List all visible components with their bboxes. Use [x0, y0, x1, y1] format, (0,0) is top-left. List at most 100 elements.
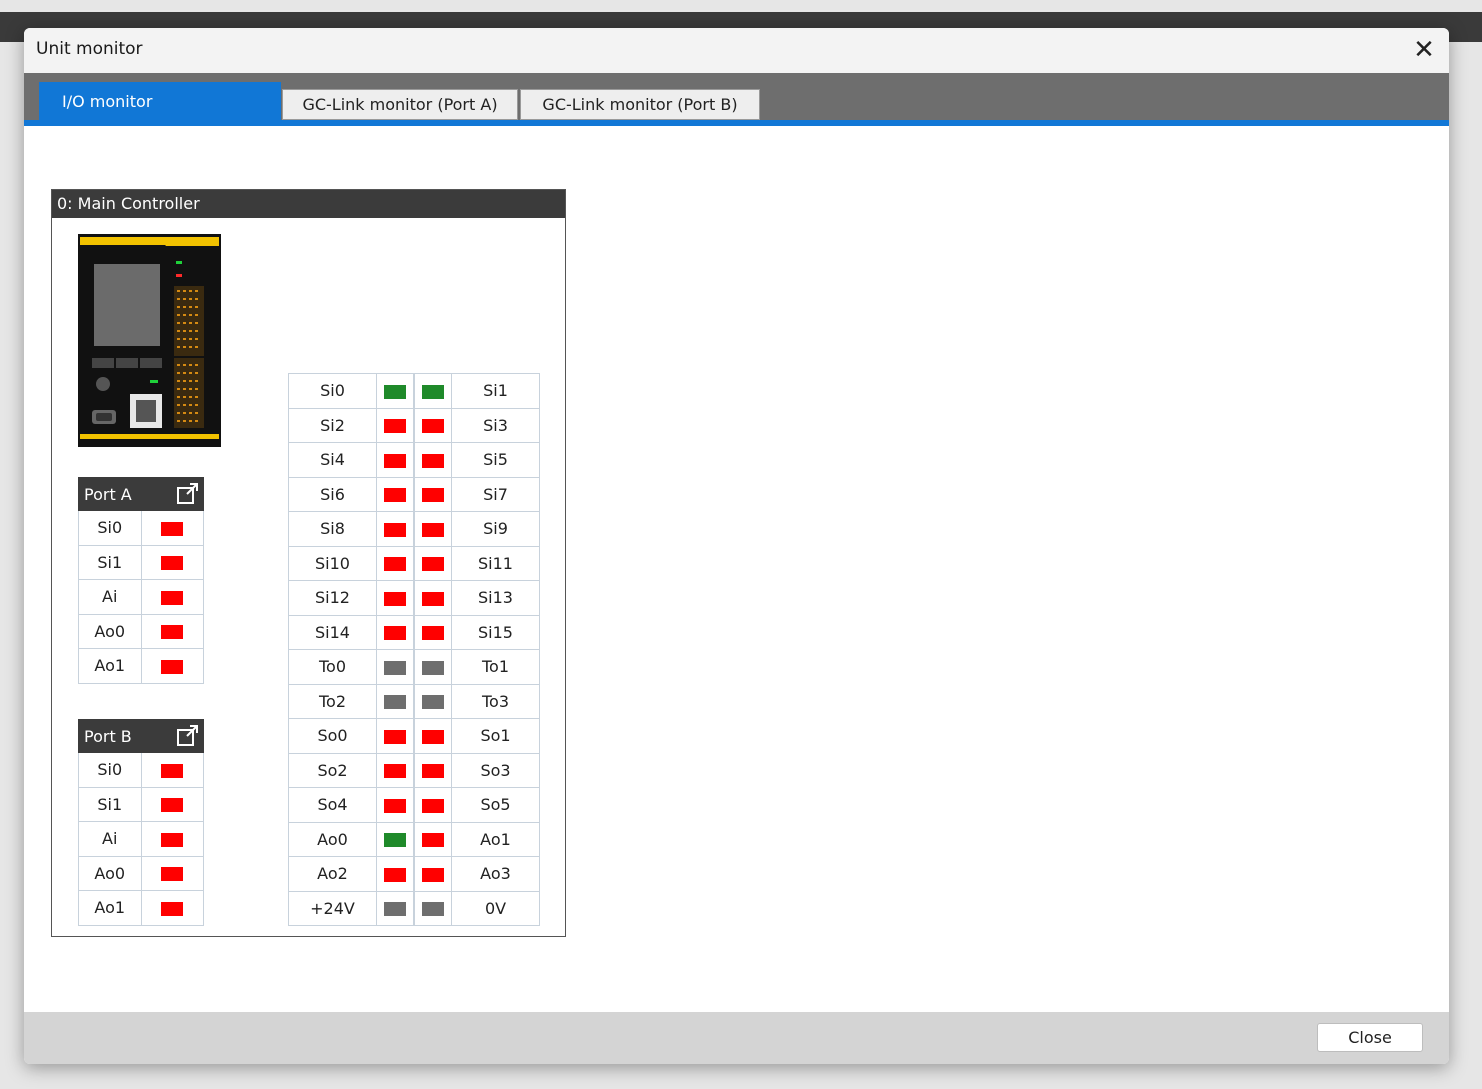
- indicator-cell: [413, 683, 452, 719]
- status-led: [161, 556, 184, 571]
- status-led: [384, 764, 406, 779]
- signal-label: +24V: [288, 890, 377, 926]
- io-row: Si10 Si11: [288, 545, 540, 581]
- status-led: [384, 626, 406, 641]
- signal-label: Ao1: [451, 821, 540, 857]
- io-row: To2 To3: [288, 683, 540, 719]
- port-b-row: Ao0: [78, 855, 204, 891]
- indicator-cell: [413, 821, 452, 857]
- port-a-header: Port A: [78, 477, 204, 511]
- signal-label: Si4: [288, 442, 377, 478]
- tab-gc-link-port-b[interactable]: GC-Link monitor (Port B): [520, 89, 760, 120]
- signal-label: So3: [451, 752, 540, 788]
- signal-label: So2: [288, 752, 377, 788]
- signal-label: Si6: [288, 476, 377, 512]
- port-a-row: Ai: [78, 579, 204, 615]
- signal-label: Si1: [451, 373, 540, 409]
- status-led: [422, 626, 444, 641]
- tab-gc-link-port-a[interactable]: GC-Link monitor (Port A): [282, 89, 518, 120]
- indicator-cell: [413, 476, 452, 512]
- port-b-row: Si0: [78, 752, 204, 788]
- unit-monitor-dialog: Unit monitor ✕ I/O monitor GC-Link monit…: [24, 28, 1449, 1064]
- signal-label: Ai: [78, 821, 142, 857]
- status-led: [384, 488, 406, 503]
- signal-label: To3: [451, 683, 540, 719]
- indicator-cell: [140, 890, 204, 926]
- signal-label: Si7: [451, 476, 540, 512]
- indicator-cell: [413, 718, 452, 754]
- port-b-row: Ao1: [78, 890, 204, 926]
- signal-label: Si1: [78, 786, 142, 822]
- signal-label: Ao1: [78, 648, 142, 684]
- indicator-cell: [140, 786, 204, 822]
- status-led: [422, 488, 444, 503]
- close-icon[interactable]: ✕: [1404, 34, 1444, 66]
- status-led: [384, 557, 406, 572]
- indicator-cell: [413, 614, 452, 650]
- status-led: [384, 660, 406, 675]
- io-row: So0 So1: [288, 718, 540, 754]
- indicator-cell: [413, 442, 452, 478]
- signal-label: Ai: [78, 579, 142, 615]
- status-led: [422, 764, 444, 779]
- indicator-cell: [140, 821, 204, 857]
- indicator-cell: [376, 476, 415, 512]
- signal-label: Si12: [288, 580, 377, 616]
- port-b-row: Ai: [78, 821, 204, 857]
- status-led: [422, 591, 444, 606]
- status-led: [422, 833, 444, 848]
- status-led: [161, 867, 184, 882]
- tab-io-monitor[interactable]: I/O monitor: [39, 82, 281, 126]
- popout-icon[interactable]: [176, 725, 200, 747]
- title-bar: Unit monitor ✕: [24, 28, 1449, 73]
- port-a-title: Port A: [84, 484, 132, 504]
- signal-label: To0: [288, 649, 377, 685]
- dialog-footer: Close: [24, 1012, 1449, 1064]
- close-button[interactable]: Close: [1317, 1023, 1423, 1052]
- signal-label: Si3: [451, 407, 540, 443]
- status-led: [422, 384, 444, 399]
- status-led: [422, 453, 444, 468]
- status-led: [422, 867, 444, 882]
- main-controller-panel: 0: Main Controller Port A Si0 Si1 Ai Ao0…: [51, 189, 566, 937]
- indicator-cell: [376, 407, 415, 443]
- io-row: Si12 Si13: [288, 580, 540, 616]
- port-b-table: Port B Si0 Si1 Ai Ao0 Ao1: [78, 719, 204, 926]
- status-led: [161, 659, 184, 674]
- io-row: Si14 Si15: [288, 614, 540, 650]
- indicator-cell: [376, 752, 415, 788]
- indicator-cell: [413, 407, 452, 443]
- port-a-row: Ao0: [78, 613, 204, 649]
- status-led: [384, 695, 406, 710]
- indicator-cell: [376, 890, 415, 926]
- popout-icon[interactable]: [176, 483, 200, 505]
- signal-label: Si2: [288, 407, 377, 443]
- indicator-cell: [376, 856, 415, 892]
- indicator-cell: [413, 545, 452, 581]
- indicator-cell: [376, 373, 415, 409]
- indicator-cell: [376, 718, 415, 754]
- signal-label: Si8: [288, 511, 377, 547]
- indicator-cell: [140, 855, 204, 891]
- io-row: Si2 Si3: [288, 407, 540, 443]
- status-led: [161, 625, 184, 640]
- port-a-table: Port A Si0 Si1 Ai Ao0 Ao1: [78, 477, 204, 684]
- indicator-cell: [376, 821, 415, 857]
- signal-label: Si9: [451, 511, 540, 547]
- status-led: [384, 833, 406, 848]
- indicator-cell: [140, 579, 204, 615]
- indicator-cell: [376, 649, 415, 685]
- window-title: Unit monitor: [36, 39, 143, 59]
- status-led: [384, 867, 406, 882]
- signal-label: Si0: [78, 510, 142, 546]
- io-row: So2 So3: [288, 752, 540, 788]
- indicator-cell: [140, 613, 204, 649]
- io-row: Si8 Si9: [288, 511, 540, 547]
- io-row: Si6 Si7: [288, 476, 540, 512]
- signal-label: Si1: [78, 544, 142, 580]
- status-led: [422, 557, 444, 572]
- status-led: [161, 798, 184, 813]
- io-row: So4 So5: [288, 787, 540, 823]
- indicator-cell: [376, 545, 415, 581]
- signal-label: Si13: [451, 580, 540, 616]
